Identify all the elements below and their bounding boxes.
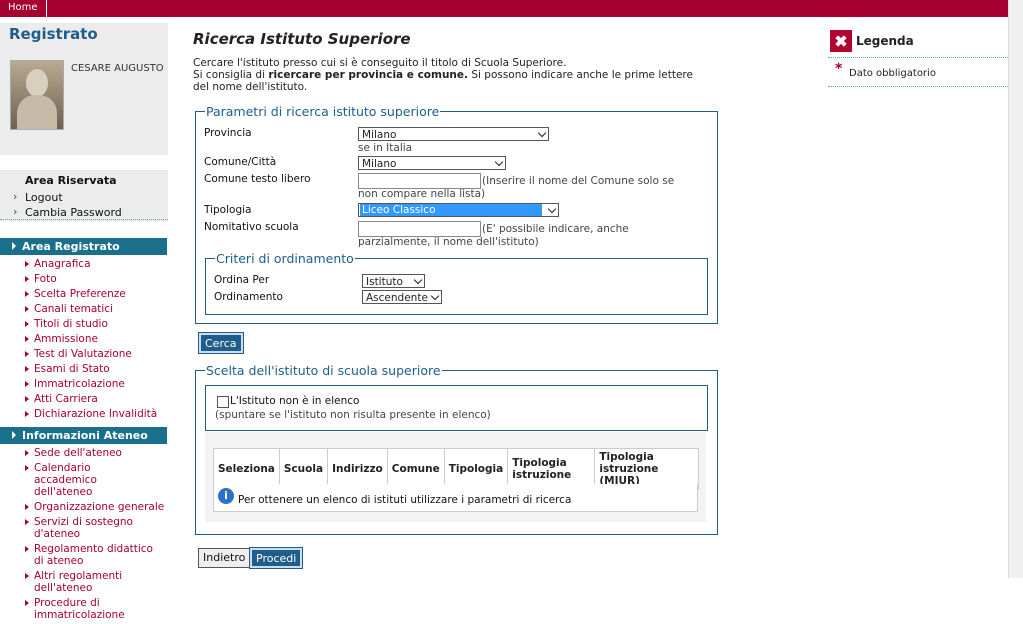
provincia-hint: se in Italia bbox=[358, 142, 413, 154]
nav-item-immatricolazione[interactable]: Immatricolazione bbox=[0, 378, 168, 390]
user-name: CESARE AUGUSTO bbox=[71, 63, 164, 74]
nav-section-area-registrato[interactable]: Area Registrato bbox=[0, 238, 167, 255]
not-listed-label: L'Istituto non è in elenco bbox=[230, 395, 360, 407]
nav-section-informazioni-ateneo[interactable]: Informazioni Ateneo bbox=[0, 427, 167, 444]
page-title: Ricerca Istituto Superiore bbox=[193, 30, 411, 48]
nav-item-ammissione[interactable]: Ammissione bbox=[0, 333, 168, 345]
chevron-down-icon bbox=[547, 204, 557, 214]
nav-item-organizzazione-generale[interactable]: Organizzazione generale bbox=[0, 501, 168, 513]
ordina-select[interactable]: Istituto bbox=[362, 274, 425, 288]
nav-item-sede-ateneo[interactable]: Sede dell'ateneo bbox=[0, 447, 168, 459]
chevron-down-icon bbox=[430, 291, 440, 301]
chevron-down-icon bbox=[494, 157, 504, 167]
nav-item-atti-carriera[interactable]: Atti Carriera bbox=[0, 393, 168, 405]
results-info-row: i Per ottenere un elenco di istituti uti… bbox=[213, 484, 698, 512]
change-password-link[interactable]: Cambia Password bbox=[13, 205, 122, 219]
area-riservata-heading: Area Riservata bbox=[25, 174, 117, 187]
nav-item-scelta-preferenze[interactable]: Scelta Preferenze bbox=[0, 288, 168, 300]
intro-line-2: Si consiglia di ricercare per provincia … bbox=[193, 69, 693, 93]
legenda-divider bbox=[828, 57, 1008, 58]
comune-label: Comune/Città bbox=[204, 156, 277, 168]
divider bbox=[0, 219, 168, 220]
nav-item-anagrafica[interactable]: Anagrafica bbox=[0, 258, 168, 270]
search-legend: Parametri di ricerca istituto superiore bbox=[206, 104, 440, 119]
ordinamento-label: Ordinamento bbox=[214, 291, 283, 303]
scrollbar[interactable] bbox=[1008, 0, 1023, 578]
info-icon: i bbox=[218, 488, 234, 504]
comune-select[interactable]: Milano bbox=[358, 156, 506, 170]
nav-item-canali-tematici[interactable]: Canali tematici bbox=[0, 303, 168, 315]
top-bar: Home bbox=[0, 0, 1009, 17]
not-listed-box bbox=[205, 385, 708, 431]
comune-libero-label: Comune testo libero bbox=[204, 173, 311, 185]
tipologia-label: Tipologia bbox=[204, 204, 252, 216]
legenda-title: Legenda bbox=[856, 34, 914, 48]
ordina-label: Ordina Per bbox=[214, 274, 270, 286]
criteri-fieldset: Criteri di ordinamento bbox=[205, 251, 708, 315]
avatar bbox=[10, 60, 64, 130]
results-info-text: Per ottenere un elenco di istituti utili… bbox=[238, 494, 572, 506]
indietro-button[interactable]: Indietro bbox=[198, 548, 251, 568]
area-riservata: Area Riservata Logout Cambia Password bbox=[0, 170, 168, 221]
criteri-legend: Criteri di ordinamento bbox=[216, 251, 354, 266]
chevron-down-icon bbox=[537, 128, 547, 138]
user-box: Registrato CESARE AUGUSTO bbox=[0, 23, 168, 155]
chevron-down-icon bbox=[413, 275, 423, 285]
nav-item-titoli-di-studio[interactable]: Titoli di studio bbox=[0, 318, 168, 330]
user-role-title: Registrato bbox=[9, 25, 98, 43]
nominativo-label: Nomitativo scuola bbox=[204, 221, 299, 233]
scelta-legend: Scelta dell'istituto di scuola superiore bbox=[206, 363, 441, 378]
legenda-icon bbox=[830, 30, 852, 52]
intro-line-1: Cercare l'istituto presso cui si è conse… bbox=[193, 57, 567, 69]
cerca-button[interactable]: Cerca bbox=[198, 332, 244, 354]
intro-text: Cercare l'istituto presso cui si è conse… bbox=[193, 57, 693, 93]
nav-item-regolamento-didattico[interactable]: Regolamento didattico di ateneo bbox=[0, 543, 168, 567]
nav-item-calendario-accademico[interactable]: Calendario accademico dell'ateneo bbox=[0, 462, 168, 498]
nav-list-area-registrato: Anagrafica Foto Scelta Preferenze Canali… bbox=[0, 258, 168, 423]
nav-item-servizi-sostegno[interactable]: Servizi di sostegno d'ateneo bbox=[0, 516, 168, 540]
ordinamento-select[interactable]: Ascendente bbox=[362, 290, 442, 304]
provincia-select[interactable]: Milano bbox=[358, 127, 549, 141]
comune-libero-hint: (Inserire il nome del Comune solo se non… bbox=[358, 175, 675, 200]
nav-list-informazioni-ateneo: Sede dell'ateneo Calendario accademico d… bbox=[0, 447, 168, 624]
logout-link[interactable]: Logout bbox=[13, 190, 63, 204]
nav-item-foto[interactable]: Foto bbox=[0, 273, 168, 285]
tipologia-select[interactable]: Liceo Classico bbox=[358, 203, 559, 217]
home-link[interactable]: Home bbox=[0, 0, 47, 17]
procedi-button[interactable]: Procedi bbox=[248, 547, 304, 569]
required-star-icon: * bbox=[835, 61, 843, 77]
legenda-required-text: Dato obbligatorio bbox=[849, 68, 936, 79]
nav-item-dichiarazione-invalidita[interactable]: Dichiarazione Invalidità bbox=[0, 408, 168, 420]
nominativo-hint: (E' possibile indicare, anche parzialmen… bbox=[358, 223, 629, 248]
not-listed-checkbox[interactable] bbox=[217, 396, 229, 408]
nav-item-esami-di-stato[interactable]: Esami di Stato bbox=[0, 363, 168, 375]
legenda-divider-bottom bbox=[828, 86, 1008, 87]
nav-item-test-di-valutazione[interactable]: Test di Valutazione bbox=[0, 348, 168, 360]
not-listed-hint: (spuntare se l'istituto non risulta pres… bbox=[215, 409, 491, 421]
nav-item-procedure-immatricolazione[interactable]: Procedure di immatricolazione bbox=[0, 597, 168, 621]
nav-item-altri-regolamenti[interactable]: Altri regolamenti dell'ateneo bbox=[0, 570, 168, 594]
provincia-label: Provincia bbox=[204, 127, 252, 139]
